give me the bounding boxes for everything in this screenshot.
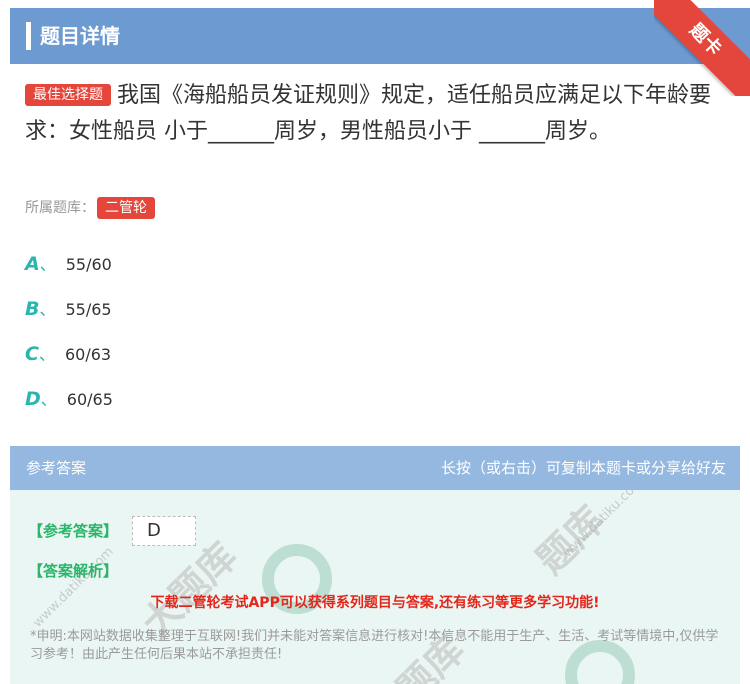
option-letter: C bbox=[25, 343, 39, 365]
option-c[interactable]: C、 60/63 bbox=[25, 342, 111, 367]
option-text: 55/60 bbox=[65, 255, 112, 274]
option-separator: 、 bbox=[39, 255, 56, 274]
reference-answer-label: 【参考答案】 bbox=[28, 522, 119, 540]
option-b[interactable]: B、 55/65 bbox=[25, 297, 112, 322]
page-title: 题目详情 bbox=[40, 24, 120, 48]
option-d[interactable]: D、 60/65 bbox=[25, 387, 113, 412]
question-stem: 最佳选择题 我国《海船船员发证规则》规定，适任船员应满足以下年龄要求：女性船员 小… bbox=[25, 78, 725, 150]
question-text: 我国《海船船员发证规则》规定，适任船员应满足以下年龄要求：女性船员 小于____… bbox=[25, 83, 712, 144]
question-bank: 所属题库： 二管轮 bbox=[25, 196, 155, 220]
option-letter: D bbox=[25, 388, 41, 410]
option-separator: 、 bbox=[39, 300, 56, 319]
answer-title: 参考答案 bbox=[26, 459, 87, 477]
reference-answer-value: D bbox=[132, 516, 196, 546]
answer-body: 大题库 题库 题库 www.datiku.com www.datiku.com … bbox=[10, 490, 740, 684]
option-a[interactable]: A、 55/60 bbox=[25, 252, 112, 277]
option-separator: 、 bbox=[38, 345, 55, 364]
option-text: 60/63 bbox=[64, 345, 112, 364]
watermark-url: www.datiku.com bbox=[30, 544, 117, 631]
page-header: 题目详情 bbox=[10, 8, 750, 64]
disclaimer: *申明:本网站数据收集整理于互联网!我们并未能对答案信息进行核对!本信息不能用于… bbox=[30, 629, 719, 662]
share-hint: 长按（或右击）可复制本题卡或分享给好友 bbox=[440, 459, 726, 477]
option-letter: A bbox=[25, 253, 40, 275]
option-letter: B bbox=[25, 298, 40, 320]
option-text: 60/65 bbox=[66, 390, 113, 409]
bank-tag[interactable]: 二管轮 bbox=[97, 197, 155, 219]
question-type-tag: 最佳选择题 bbox=[25, 84, 111, 106]
analysis-label: 【答案解析】 bbox=[28, 562, 119, 580]
answer-header: 参考答案 长按（或右击）可复制本题卡或分享给好友 bbox=[10, 446, 740, 490]
watermark-text: 题库 bbox=[528, 497, 613, 583]
option-separator: 、 bbox=[40, 390, 57, 409]
option-text: 55/65 bbox=[65, 300, 112, 319]
header-accent-bar bbox=[26, 22, 31, 50]
app-promo-link[interactable]: 下载二管轮考试APP可以获得系列题目与答案,还有练习等更多学习功能! bbox=[10, 592, 740, 612]
bank-label: 所属题库： bbox=[25, 200, 95, 216]
